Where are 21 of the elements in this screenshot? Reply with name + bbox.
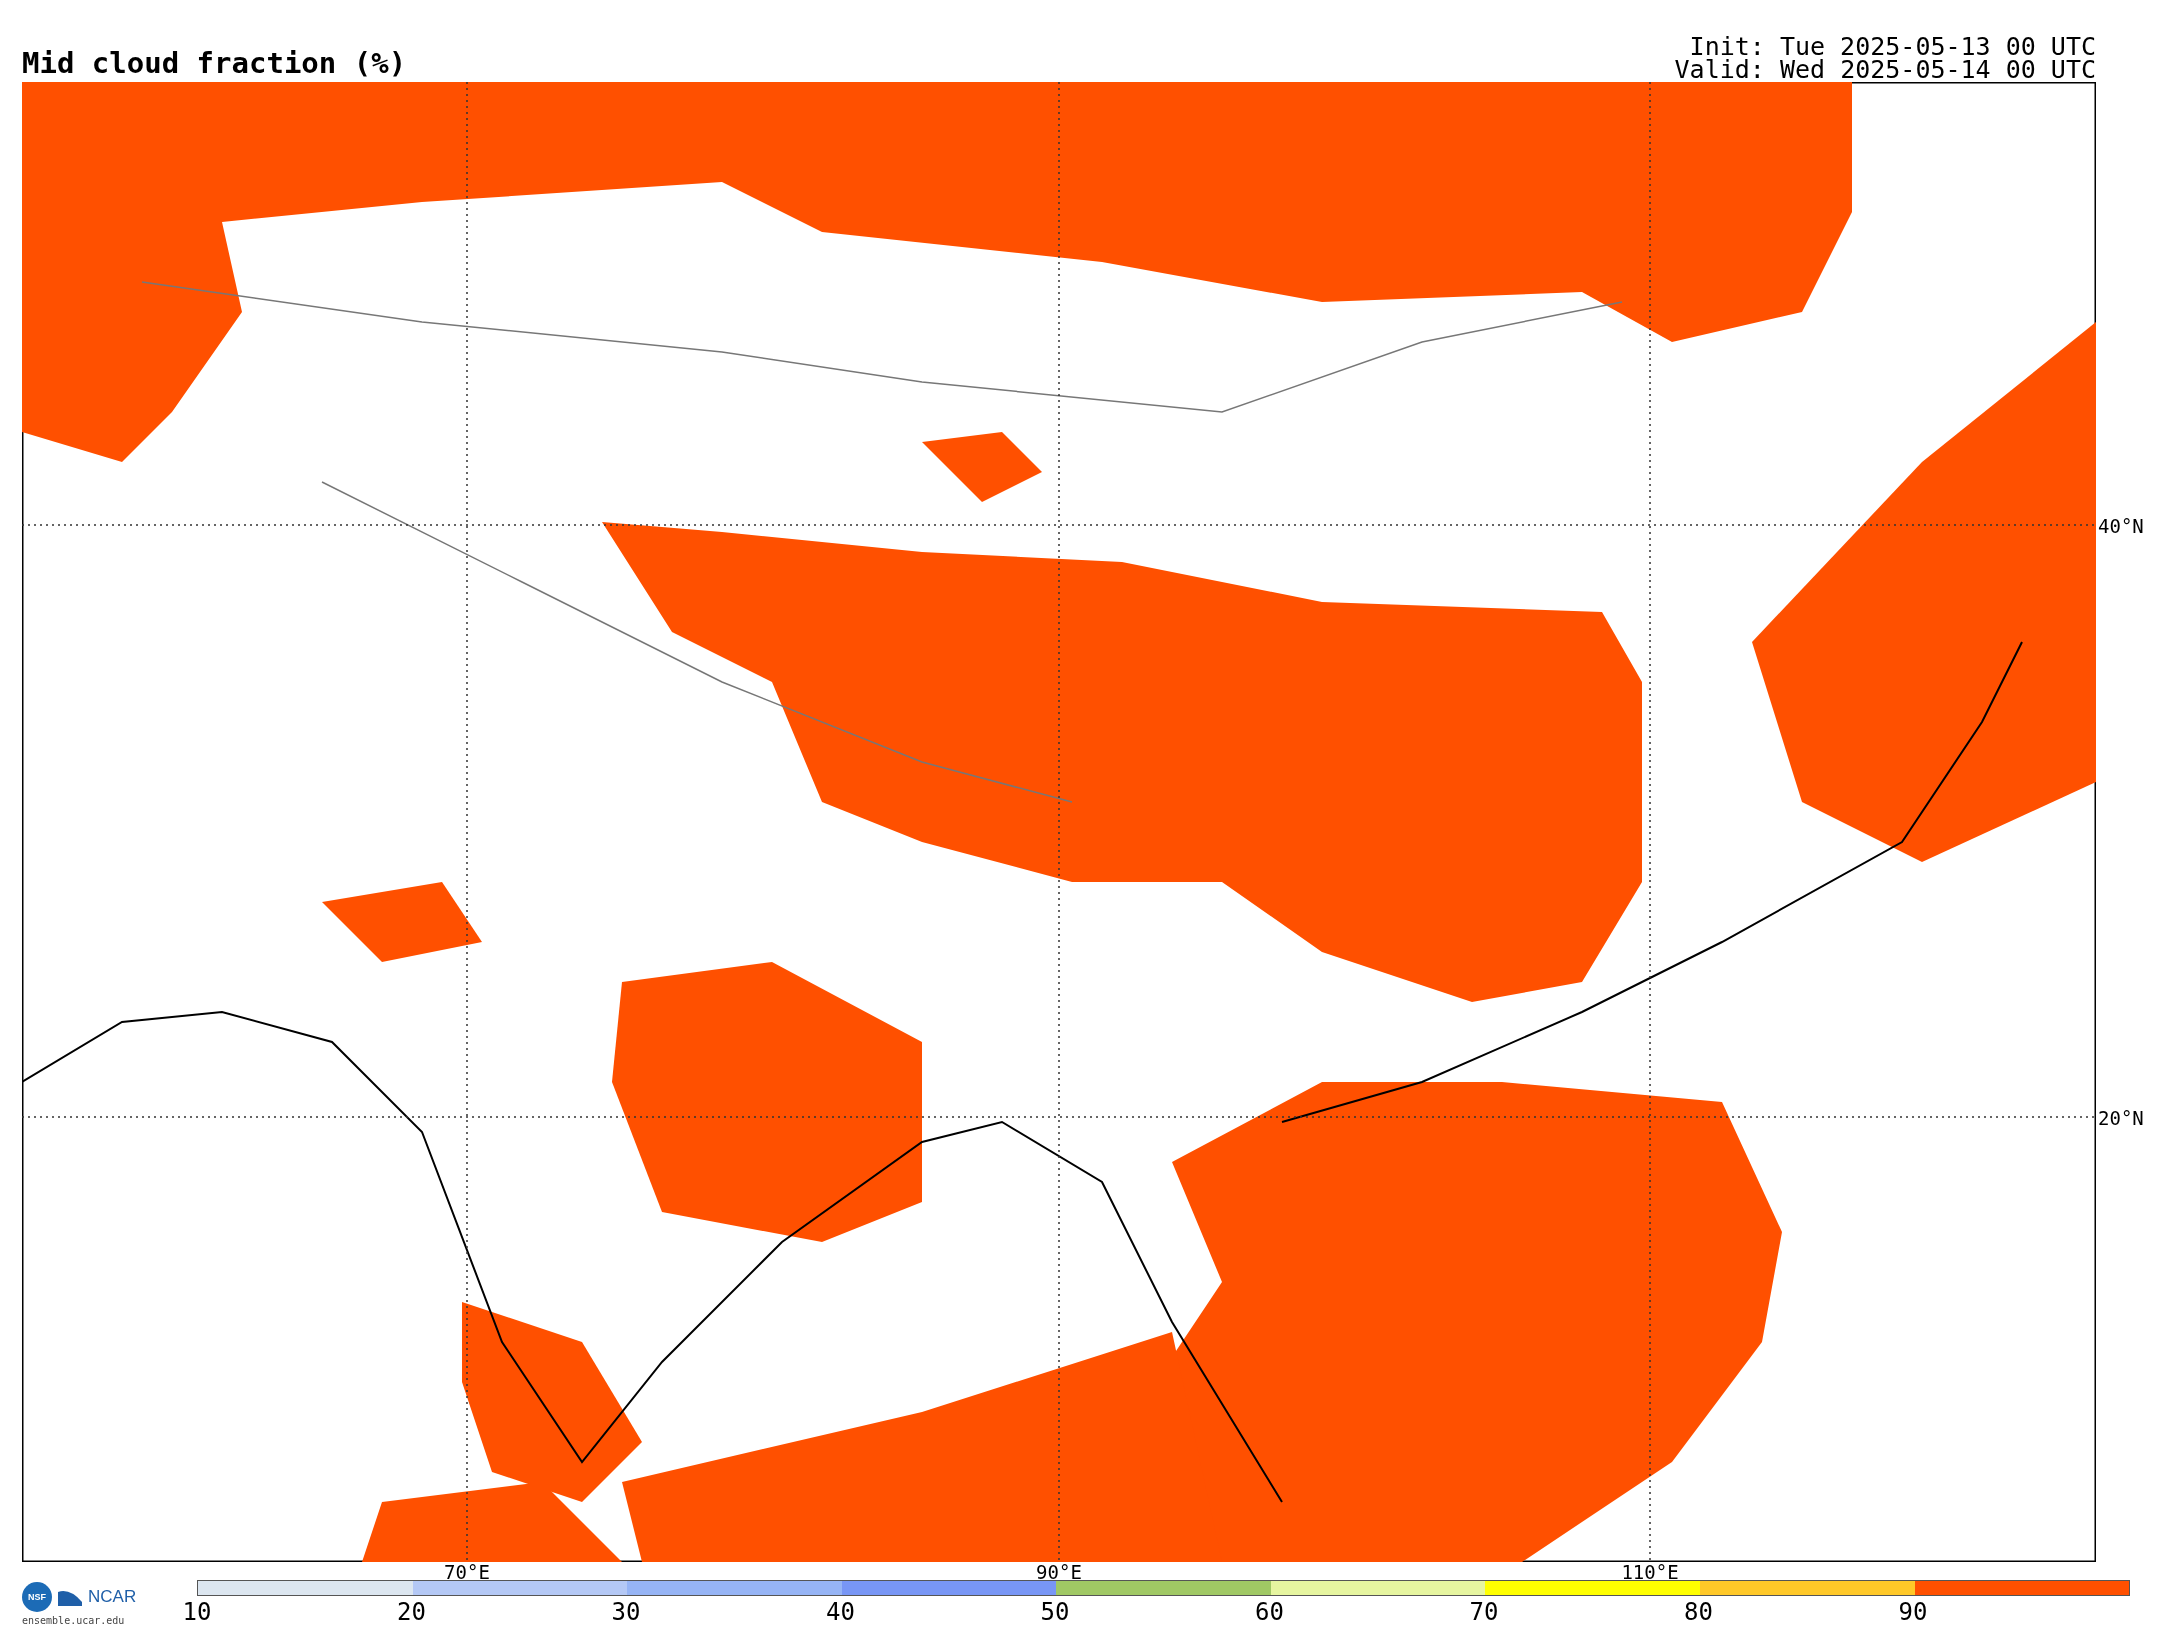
wave-icon <box>58 1588 82 1606</box>
nsf-logo: NSF <box>22 1582 52 1612</box>
longitude-label: 70°E <box>443 1562 491 1582</box>
ncar-logo: NCAR <box>88 1587 137 1607</box>
colorbar-tick-label: 20 <box>396 1598 427 1626</box>
colorbar-tick-label: 90 <box>1897 1598 1929 1626</box>
colorbar-tick-label: 50 <box>1039 1598 1071 1626</box>
colorbar-tick-label: 10 <box>181 1598 213 1626</box>
colorbar-tick-label: 70 <box>1468 1598 1500 1626</box>
site-url: ensemble.ucar.edu <box>22 1615 126 1626</box>
init-time: Init: Tue 2025-05-13 00 UTC <box>1689 34 2096 59</box>
valid-time: Valid: Wed 2025-05-14 00 UTC <box>1674 58 2096 82</box>
colorbar-tick-label: 40 <box>825 1598 856 1626</box>
chart-title: Mid cloud fraction (%) <box>22 48 407 82</box>
longitude-label: 90°E <box>1035 1562 1083 1582</box>
latitude-label: 40°N <box>2098 515 2144 537</box>
latitude-label: 20°N <box>2098 1107 2144 1129</box>
colorbar-tick-label: 30 <box>610 1598 642 1626</box>
colorbar-tick-label: 80 <box>1683 1598 1714 1626</box>
colorbar-tick-label: 60 <box>1254 1598 1285 1626</box>
longitude-label: 110°E <box>1620 1562 1680 1582</box>
